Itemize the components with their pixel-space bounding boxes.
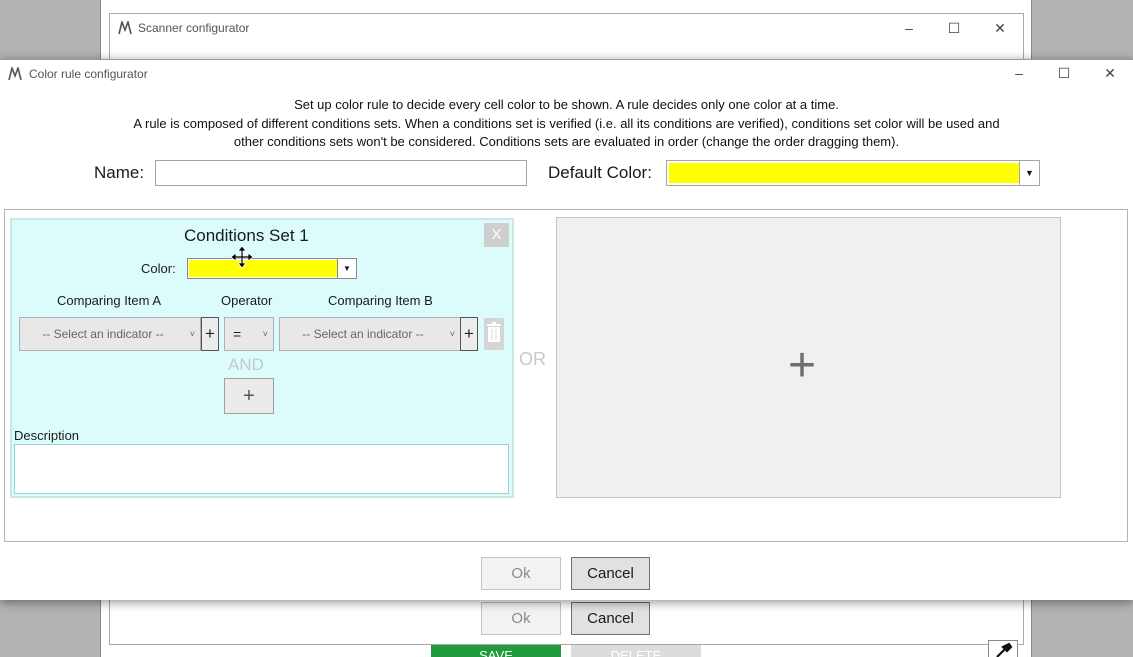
conditions-set-color-swatch[interactable]	[189, 260, 337, 277]
minimize-icon[interactable]: –	[901, 21, 917, 35]
default-color-label: Default Color:	[548, 163, 652, 182]
chevron-down-icon[interactable]: ▼	[337, 259, 356, 278]
comparing-item-a-header: Comparing Item A	[57, 293, 162, 308]
minimize-icon[interactable]: –	[1011, 66, 1027, 80]
scanner-ok-button[interactable]: Ok	[481, 602, 561, 635]
cancel-button[interactable]: Cancel	[571, 557, 650, 590]
instruction-line-3: other conditions sets won't be considere…	[233, 134, 900, 149]
dialog-title: Color rule configurator	[29, 67, 148, 81]
default-color-swatch[interactable]	[669, 163, 1019, 183]
add-item-a-button[interactable]: +	[201, 317, 219, 351]
save-button[interactable]: SAVE	[431, 645, 561, 657]
move-cursor-icon	[230, 245, 254, 269]
close-icon[interactable]: ✕	[1102, 66, 1118, 80]
operator-value: =	[233, 326, 242, 342]
operator-select[interactable]: = ˅	[224, 317, 274, 351]
conditions-set-title: Conditions Set 1	[184, 226, 309, 245]
scanner-cancel-button[interactable]: Cancel	[571, 602, 650, 635]
comparing-item-b-value: -- Select an indicator --	[302, 327, 424, 341]
description-label: Description	[14, 428, 80, 443]
operator-header: Operator	[221, 293, 273, 308]
chevron-down-icon: ˅	[189, 329, 195, 339]
comparing-item-a-value: -- Select an indicator --	[42, 327, 164, 341]
conditions-set-color-label: Color:	[141, 261, 176, 276]
app-logo-icon	[118, 21, 132, 35]
maximize-icon[interactable]: ☐	[1056, 66, 1072, 80]
name-input[interactable]	[155, 160, 527, 186]
name-label: Name:	[94, 163, 145, 182]
add-item-b-button[interactable]: +	[460, 317, 478, 351]
or-label: OR	[519, 349, 546, 369]
app-logo-icon	[8, 67, 22, 81]
chevron-down-icon: ˅	[449, 329, 455, 339]
instruction-line-2: A rule is composed of different conditio…	[133, 116, 1000, 131]
trash-icon[interactable]	[484, 318, 504, 350]
remove-conditions-set-button[interactable]: X	[484, 223, 509, 247]
instruction-line-1: Set up color rule to decide every cell c…	[294, 97, 839, 112]
plus-icon[interactable]: +	[788, 338, 816, 394]
tool-icon[interactable]	[988, 640, 1018, 657]
description-input[interactable]	[14, 444, 509, 494]
and-label: AND	[228, 355, 264, 374]
chevron-down-icon[interactable]: ▼	[1019, 161, 1039, 185]
close-icon[interactable]: ✕	[992, 21, 1008, 35]
chevron-down-icon: ˅	[262, 329, 268, 339]
comparing-item-b-header: Comparing Item B	[328, 293, 433, 308]
delete-button[interactable]: DELETE	[571, 645, 701, 657]
add-condition-button[interactable]: +	[224, 378, 274, 414]
scanner-window-title: Scanner configurator	[138, 21, 250, 35]
maximize-icon[interactable]: ☐	[946, 21, 962, 35]
ok-button[interactable]: Ok	[481, 557, 561, 590]
comparing-item-a-select[interactable]: -- Select an indicator -- ˅	[19, 317, 201, 351]
comparing-item-b-select[interactable]: -- Select an indicator -- ˅	[279, 317, 461, 351]
